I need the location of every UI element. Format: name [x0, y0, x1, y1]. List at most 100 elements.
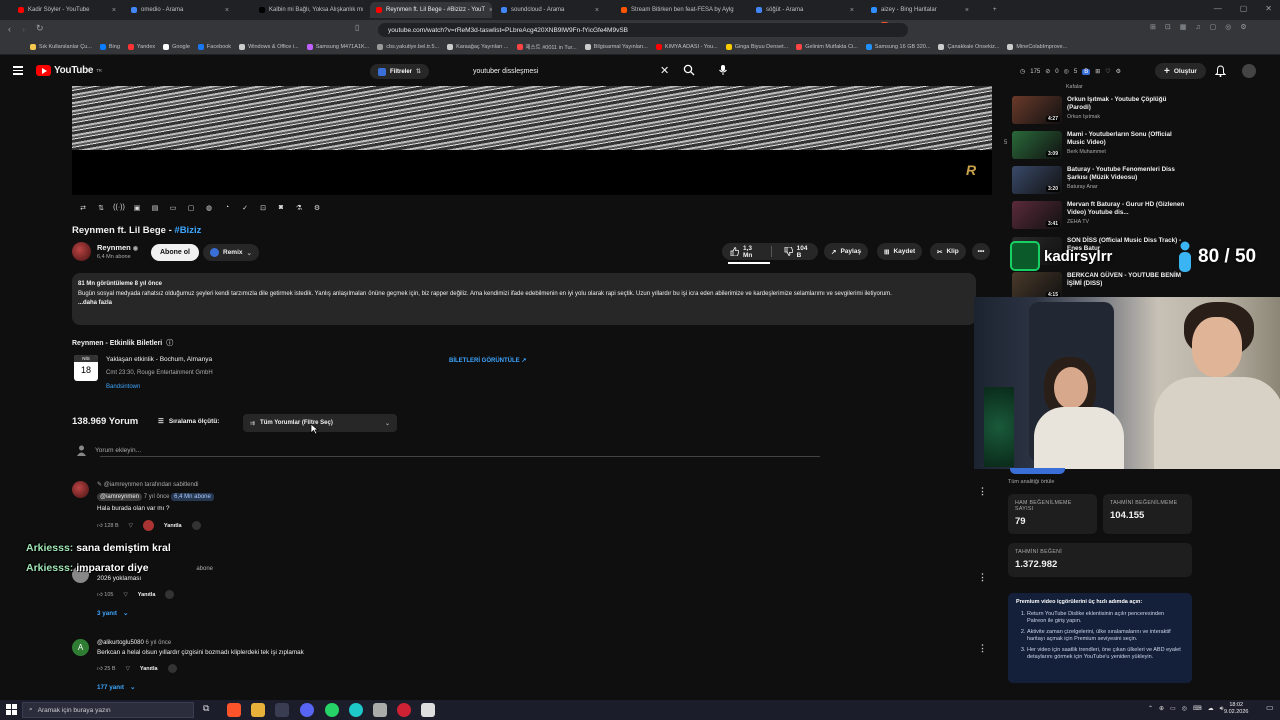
- description-box[interactable]: 81 Mn görüntüleme 8 yıl önce Bugün sosya…: [72, 273, 976, 325]
- app-shield-icon[interactable]: [421, 703, 435, 717]
- bookmark-item[interactable]: cbs.yakutiye.bel.tr.5...: [377, 43, 439, 50]
- comment-author[interactable]: @alikurtoglu5080: [97, 640, 144, 646]
- browser-tab[interactable]: Stream Bitirken ben feat-FESA by Aylg×: [615, 2, 737, 18]
- search-icon[interactable]: [683, 64, 695, 76]
- show-replies-button[interactable]: 177 yanıt ⌄: [97, 684, 304, 692]
- bookmark-item[interactable]: Sık Kullanılanlar Çu...: [30, 43, 92, 50]
- analytics-hint[interactable]: Tüm analitiği örtüle: [1008, 479, 1054, 485]
- bookmark-item[interactable]: Gelinim Mutfakta Ci...: [796, 43, 858, 50]
- window-icon[interactable]: ▢: [184, 201, 198, 215]
- emoji-icon[interactable]: [191, 521, 201, 530]
- related-video[interactable]: 5 3:09 Mami - Youtuberların Sonu (Official…: [1004, 131, 1252, 164]
- maximize-icon[interactable]: ▢: [1240, 4, 1248, 13]
- check-icon[interactable]: ✓: [238, 201, 252, 215]
- comment-avatar-letter[interactable]: A: [72, 639, 89, 656]
- discord-icon[interactable]: [300, 703, 314, 717]
- close-window-icon[interactable]: ✕: [1265, 4, 1272, 13]
- chat-icon[interactable]: ♡: [1105, 68, 1110, 75]
- bookmark-item[interactable]: Çanakkale Onsekiz...: [938, 43, 999, 50]
- related-video-channel[interactable]: Orkun Işıtmak: [1067, 114, 1187, 120]
- speed-icon[interactable]: ◔: [220, 201, 234, 215]
- more-actions-button[interactable]: •••: [972, 243, 990, 260]
- related-video-channel[interactable]: Baturay Anar: [1067, 184, 1187, 190]
- view-tickets-link[interactable]: BİLETLERİ GÖRÜNTÜLE ↗: [449, 357, 526, 364]
- back-icon[interactable]: ‹: [8, 24, 11, 34]
- emoji-icon[interactable]: [165, 590, 175, 599]
- related-video[interactable]: 3:20 Baturay - Youtube Fenomenleri Diss Ş…: [1012, 166, 1252, 199]
- whatsapp-icon[interactable]: [325, 703, 339, 717]
- close-tab-icon[interactable]: ×: [965, 7, 969, 14]
- ext-b-icon[interactable]: B: [1082, 68, 1091, 75]
- notification-icon[interactable]: ▭: [1266, 703, 1274, 712]
- bookmark-item[interactable]: Samsung M471A1K...: [306, 43, 369, 50]
- channel-name[interactable]: Reynmen: [97, 243, 131, 252]
- video-thumbnail[interactable]: 3:41: [1012, 201, 1062, 229]
- bookmark-item[interactable]: Yandex: [127, 43, 155, 50]
- comment-time[interactable]: 6 yıl önce: [145, 640, 171, 646]
- comment-avatar[interactable]: [72, 481, 89, 498]
- bookmark-item[interactable]: Samsung 16 GB 320...: [865, 43, 930, 50]
- filters-button[interactable]: Filtreler ⇅: [370, 64, 430, 79]
- new-tab-icon[interactable]: +: [987, 2, 1001, 18]
- mic-icon[interactable]: [717, 64, 729, 76]
- related-video-title[interactable]: Mami - Youtuberların Sonu (Official Musi…: [1067, 131, 1187, 147]
- system-tray-icons[interactable]: ⌃⊕▭◎⌨☁🔊︎: [1148, 705, 1229, 713]
- reply-button[interactable]: Yanıtla: [138, 591, 156, 599]
- search-input[interactable]: youtuber dissleşmesi: [466, 62, 678, 80]
- bookmark-item[interactable]: 제스트 #0011 in Tur...: [516, 43, 577, 51]
- file-explorer-icon[interactable]: [251, 703, 265, 717]
- subscribe-button[interactable]: Abone ol: [151, 244, 199, 261]
- flask-icon[interactable]: ⚗: [292, 201, 306, 215]
- channel-avatar[interactable]: [72, 242, 91, 261]
- info-icon[interactable]: ⓘ: [166, 338, 173, 348]
- event-source-link[interactable]: Bandsintown: [106, 384, 140, 390]
- related-video-title[interactable]: Baturay - Youtube Fenomenleri Diss Şarkı…: [1067, 166, 1187, 182]
- related-video-title[interactable]: Mervan ft Baturay - Gurur HD (Gizlenen V…: [1067, 201, 1187, 217]
- close-tab-icon[interactable]: ×: [595, 7, 599, 14]
- more-vert-icon[interactable]: ⋮: [978, 486, 987, 497]
- bookmark-item[interactable]: Google: [163, 43, 190, 50]
- screen-icon[interactable]: ▭: [166, 201, 180, 215]
- title-hashtag[interactable]: #Biziz: [174, 225, 201, 236]
- comment-time[interactable]: 7 yıl önce: [144, 494, 170, 500]
- taskbar-clock[interactable]: 18:02 9.02.2026: [1224, 702, 1248, 716]
- puzzle-icon[interactable]: ⚙: [1116, 68, 1121, 75]
- bookmark-item[interactable]: Karaağaç Yayınları ...: [447, 43, 509, 50]
- dislike-button[interactable]: 104 B: [776, 243, 818, 260]
- video-player[interactable]: R: [72, 86, 992, 195]
- browser-tab[interactable]: Reynmen ft. Lil Bege - #Bizizz - YouT ×: [370, 2, 492, 18]
- more-vert-icon[interactable]: ⋮: [978, 643, 987, 654]
- reply-button[interactable]: Yanıtla: [164, 522, 182, 530]
- camera-icon[interactable]: ◙: [274, 201, 288, 215]
- browser-tab[interactable]: aizey - Bing Haritalar ×: [865, 2, 975, 18]
- video-thumbnail[interactable]: 3:20: [1012, 166, 1062, 194]
- comment-like-button[interactable]: 👍︎ 128 B: [97, 522, 119, 530]
- taskbar-search[interactable]: ⌕ Aramak için buraya yazın: [22, 702, 194, 718]
- youtube-logo[interactable]: YouTube TR: [36, 65, 102, 76]
- show-more-link[interactable]: ...daha fazla: [78, 299, 970, 309]
- app-ring-icon[interactable]: [349, 703, 363, 717]
- clear-search-icon[interactable]: ✕: [660, 64, 669, 77]
- account-avatar[interactable]: [1242, 64, 1256, 78]
- show-replies-button[interactable]: 3 yanıt ⌄: [97, 610, 213, 618]
- bookmark-item[interactable]: Facebook: [197, 43, 231, 50]
- bookmark-item[interactable]: Ginga Biyuu Denset...: [725, 43, 788, 50]
- task-view-icon[interactable]: ⧉: [203, 703, 209, 714]
- minimize-icon[interactable]: —: [1214, 4, 1222, 13]
- save-button[interactable]: ⊞ Kaydet: [877, 243, 923, 260]
- video-thumbnail[interactable]: 4:27: [1012, 96, 1062, 124]
- grid-icon[interactable]: ⊞: [1095, 68, 1100, 75]
- comment-dislike-icon[interactable]: ▽: [129, 522, 133, 530]
- obs-icon[interactable]: [397, 703, 411, 717]
- close-tab-icon[interactable]: ×: [489, 7, 492, 14]
- windows-start-icon[interactable]: [6, 704, 17, 715]
- app-icon[interactable]: [373, 703, 387, 717]
- url-field[interactable]: youtube.com/watch?v=rReM3d-taswlist=PLbr…: [378, 23, 908, 37]
- remix-button[interactable]: Remix ⌄: [203, 244, 259, 261]
- loop-icon[interactable]: ⇄: [76, 201, 90, 215]
- bookmark-item[interactable]: Bing: [99, 43, 120, 50]
- comment-author[interactable]: @iamreynmen: [97, 493, 143, 501]
- reload-icon[interactable]: ↻: [36, 23, 44, 34]
- comment-like-button[interactable]: 👍︎ 105: [97, 591, 113, 599]
- comment-filter-select[interactable]: ⇉ Tüm Yorumlar (Filtre Seç) ⌄: [243, 414, 397, 432]
